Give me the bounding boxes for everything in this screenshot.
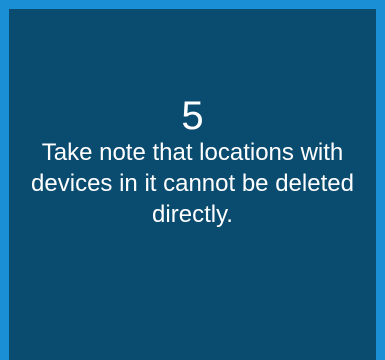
info-card: 5 Take note that locations with devices … (9, 9, 376, 360)
step-number: 5 (181, 94, 204, 138)
step-description: Take note that locations with devices in… (31, 139, 354, 228)
info-tile-frame: 5 Take note that locations with devices … (0, 0, 385, 360)
